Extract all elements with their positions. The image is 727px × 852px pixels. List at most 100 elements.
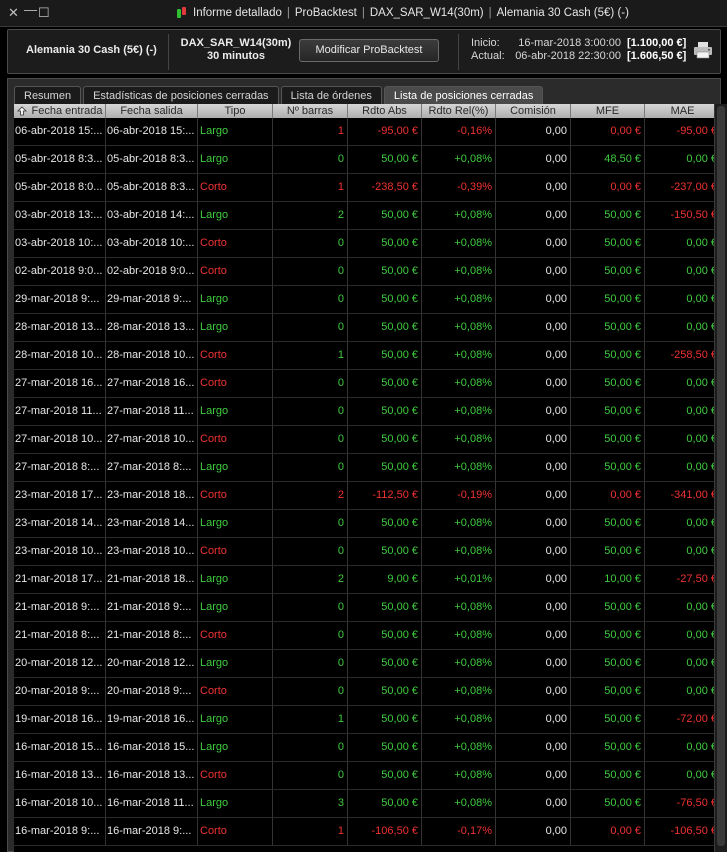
table-row[interactable]: 16-mar-2018 13... 16-mar-2018 13... Corto 0… bbox=[14, 762, 721, 790]
type-cell: Corto bbox=[198, 370, 273, 398]
mae-cell: 0,00 € bbox=[645, 594, 721, 622]
entry-date-cell: 23-mar-2018 10... bbox=[14, 538, 106, 566]
column-header-rel-return[interactable]: Rdto Rel(%) bbox=[422, 104, 496, 118]
tab-summary[interactable]: Resumen bbox=[14, 86, 82, 104]
exit-date-cell: 03-abr-2018 10:... bbox=[106, 230, 198, 258]
mae-cell: 0,00 € bbox=[645, 286, 721, 314]
mae-cell: -341,00 € bbox=[645, 482, 721, 510]
printer-icon[interactable] bbox=[693, 41, 713, 59]
table-row[interactable]: 05-abr-2018 8:0... 05-abr-2018 8:3... Cort… bbox=[14, 174, 721, 202]
mfe-cell: 50,00 € bbox=[571, 678, 645, 706]
mfe-cell: 10,00 € bbox=[571, 566, 645, 594]
column-header-exit-date[interactable]: Fecha salida bbox=[106, 104, 198, 118]
exit-date-cell: 27-mar-2018 8:... bbox=[106, 454, 198, 482]
table-row[interactable]: 28-mar-2018 10... 28-mar-2018 10... Corto 1… bbox=[14, 342, 721, 370]
table-row[interactable]: 05-abr-2018 8:3... 05-abr-2018 8:3... Larg… bbox=[14, 146, 721, 174]
bars-cell: 1 bbox=[273, 174, 348, 202]
type-cell: Largo bbox=[198, 650, 273, 678]
mfe-cell: 50,00 € bbox=[571, 202, 645, 230]
column-header-type[interactable]: Tipo bbox=[198, 104, 273, 118]
exit-date-cell: 16-mar-2018 13... bbox=[106, 762, 198, 790]
abs-return-cell: 50,00 € bbox=[348, 202, 422, 230]
tab-order-list[interactable]: Lista de órdenes bbox=[280, 86, 382, 104]
mfe-cell: 50,00 € bbox=[571, 622, 645, 650]
mfe-cell: 50,00 € bbox=[571, 790, 645, 818]
modify-probacktest-button[interactable]: Modificar ProBacktest bbox=[299, 39, 439, 62]
rel-return-cell: -0,16% bbox=[422, 118, 496, 146]
entry-date-cell: 21-mar-2018 8:... bbox=[14, 622, 106, 650]
column-header-mae[interactable]: MAE bbox=[645, 104, 721, 118]
bars-cell: 0 bbox=[273, 650, 348, 678]
rel-return-cell: +0,08% bbox=[422, 314, 496, 342]
table-row[interactable]: 27-mar-2018 8:... 27-mar-2018 8:... Largo 0… bbox=[14, 454, 721, 482]
exit-date-cell: 27-mar-2018 16... bbox=[106, 370, 198, 398]
exit-date-cell: 23-mar-2018 18... bbox=[106, 482, 198, 510]
minimize-icon[interactable]: — bbox=[24, 3, 37, 17]
mfe-cell: 0,00 € bbox=[571, 482, 645, 510]
column-header-mfe[interactable]: MFE bbox=[571, 104, 645, 118]
rel-return-cell: +0,08% bbox=[422, 342, 496, 370]
rel-return-cell: +0,08% bbox=[422, 286, 496, 314]
table-row[interactable]: 29-mar-2018 9:... 29-mar-2018 9:... Largo 0… bbox=[14, 286, 721, 314]
table-row[interactable]: 19-mar-2018 16... 19-mar-2018 16... Largo 1… bbox=[14, 706, 721, 734]
commission-cell: 0,00 bbox=[496, 510, 571, 538]
mae-cell: -72,00 € bbox=[645, 706, 721, 734]
table-row[interactable]: 16-mar-2018 10... 16-mar-2018 11... Largo 3… bbox=[14, 790, 721, 818]
table-row[interactable]: 16-mar-2018 15... 16-mar-2018 15... Largo 0… bbox=[14, 734, 721, 762]
column-header-entry-date[interactable]: Fecha entrada bbox=[14, 104, 106, 118]
close-icon[interactable]: ✕ bbox=[8, 6, 19, 20]
exit-date-cell: 27-mar-2018 10... bbox=[106, 426, 198, 454]
column-header-commission[interactable]: Comisión bbox=[496, 104, 571, 118]
scrollbar-thumb[interactable] bbox=[717, 106, 725, 846]
exit-date-cell: 16-mar-2018 9:... bbox=[106, 818, 198, 846]
tab-closed-positions-list[interactable]: Lista de posiciones cerradas bbox=[383, 86, 544, 104]
maximize-icon[interactable]: ☐ bbox=[38, 6, 50, 20]
table-row[interactable]: 21-mar-2018 9:... 21-mar-2018 9:... Largo 0… bbox=[14, 594, 721, 622]
vertical-scrollbar[interactable] bbox=[714, 104, 727, 852]
exit-date-cell: 21-mar-2018 18... bbox=[106, 566, 198, 594]
bars-cell: 0 bbox=[273, 734, 348, 762]
tab-closed-position-stats[interactable]: Estadísticas de posiciones cerradas bbox=[83, 86, 279, 104]
table-row[interactable]: 20-mar-2018 9:... 20-mar-2018 9:... Corto 0… bbox=[14, 678, 721, 706]
table-row[interactable]: 02-abr-2018 9:0... 02-abr-2018 9:0... Cort… bbox=[14, 258, 721, 286]
commission-cell: 0,00 bbox=[496, 174, 571, 202]
exit-date-cell: 23-mar-2018 10... bbox=[106, 538, 198, 566]
entry-date-cell: 16-mar-2018 9:... bbox=[14, 818, 106, 846]
exit-date-cell: 20-mar-2018 9:... bbox=[106, 678, 198, 706]
strategy-info: DAX_SAR_W14(30m) 30 minutos bbox=[180, 37, 292, 63]
table-row[interactable]: 03-abr-2018 10:... 03-abr-2018 10:... Cort… bbox=[14, 230, 721, 258]
table-row[interactable]: 21-mar-2018 17... 21-mar-2018 18... Largo 2… bbox=[14, 566, 721, 594]
bars-cell: 3 bbox=[273, 790, 348, 818]
bars-cell: 0 bbox=[273, 426, 348, 454]
type-cell: Largo bbox=[198, 454, 273, 482]
bars-cell: 0 bbox=[273, 762, 348, 790]
table-row[interactable]: 23-mar-2018 14... 23-mar-2018 14... Largo 0… bbox=[14, 510, 721, 538]
mfe-cell: 0,00 € bbox=[571, 174, 645, 202]
mfe-cell: 50,00 € bbox=[571, 370, 645, 398]
column-header-abs-return[interactable]: Rdto Abs bbox=[348, 104, 422, 118]
bars-cell: 0 bbox=[273, 678, 348, 706]
table-row[interactable]: 28-mar-2018 13... 28-mar-2018 13... Largo 0… bbox=[14, 314, 721, 342]
abs-return-cell: 50,00 € bbox=[348, 286, 422, 314]
mfe-cell: 50,00 € bbox=[571, 286, 645, 314]
type-cell: Corto bbox=[198, 538, 273, 566]
current-capital: [1.606,50 €] bbox=[627, 50, 687, 62]
table-row[interactable]: 20-mar-2018 12... 20-mar-2018 12... Largo 0… bbox=[14, 650, 721, 678]
commission-cell: 0,00 bbox=[496, 566, 571, 594]
table-row[interactable]: 27-mar-2018 11... 27-mar-2018 11... Largo 0… bbox=[14, 398, 721, 426]
column-header-bars[interactable]: Nº barras bbox=[273, 104, 348, 118]
table-row[interactable]: 21-mar-2018 8:... 21-mar-2018 8:... Corto 0… bbox=[14, 622, 721, 650]
table-row[interactable]: 06-abr-2018 15:... 06-abr-2018 15:... Larg… bbox=[14, 118, 721, 146]
rel-return-cell: +0,08% bbox=[422, 454, 496, 482]
table-row[interactable]: 23-mar-2018 17... 23-mar-2018 18... Corto 2… bbox=[14, 482, 721, 510]
table-row[interactable]: 23-mar-2018 10... 23-mar-2018 10... Corto 0… bbox=[14, 538, 721, 566]
commission-cell: 0,00 bbox=[496, 370, 571, 398]
mae-cell: -95,00 € bbox=[645, 118, 721, 146]
bars-cell: 2 bbox=[273, 202, 348, 230]
mfe-cell: 0,00 € bbox=[571, 818, 645, 846]
table-header: Fecha entrada Fecha salida Tipo Nº barra… bbox=[14, 104, 721, 118]
table-row[interactable]: 27-mar-2018 16... 27-mar-2018 16... Corto 0… bbox=[14, 370, 721, 398]
table-row[interactable]: 27-mar-2018 10... 27-mar-2018 10... Corto 0… bbox=[14, 426, 721, 454]
table-row[interactable]: 03-abr-2018 13:... 03-abr-2018 14:... Larg… bbox=[14, 202, 721, 230]
table-row[interactable]: 16-mar-2018 9:... 16-mar-2018 9:... Corto 1… bbox=[14, 818, 721, 846]
